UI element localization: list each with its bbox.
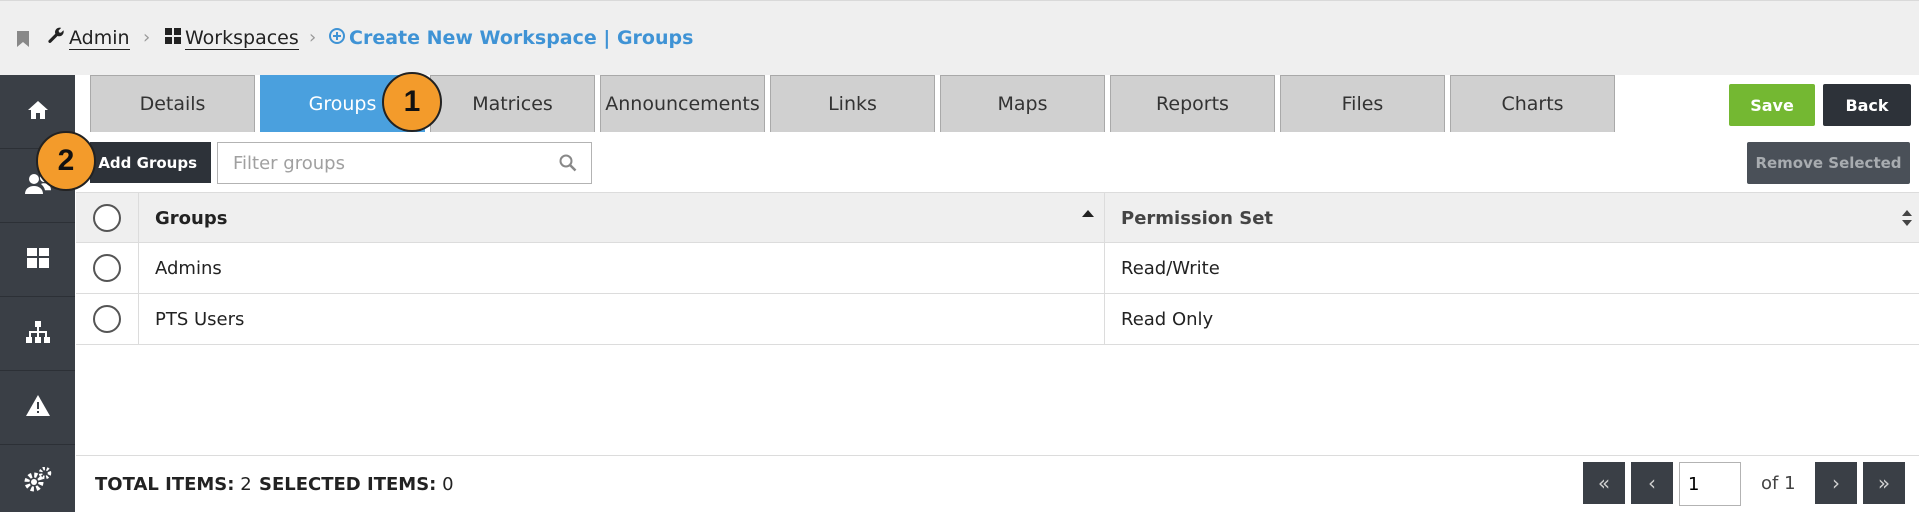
select-all-cell xyxy=(76,193,139,243)
warning-icon xyxy=(25,395,50,420)
filter-groups-field[interactable] xyxy=(217,142,592,184)
selected-items-label: SELECTED ITEMS: xyxy=(259,474,437,495)
double-chevron-left-icon: « xyxy=(1597,471,1611,495)
tab-label: Links xyxy=(828,93,877,115)
back-button[interactable]: Back xyxy=(1823,84,1911,126)
sidebar-item-settings[interactable] xyxy=(0,445,75,519)
selected-items-value: 0 xyxy=(442,474,454,495)
tab-reports[interactable]: Reports xyxy=(1110,75,1275,132)
breadcrumb-workspaces-label[interactable]: Workspaces xyxy=(185,27,299,50)
page-title: Create New Workspace | Groups xyxy=(349,27,694,49)
wrench-icon xyxy=(48,27,65,49)
page-count: of 1 xyxy=(1761,473,1796,494)
tab-links[interactable]: Links xyxy=(770,75,935,132)
dashboard-icon xyxy=(26,247,49,272)
row-select-radio[interactable] xyxy=(93,254,121,282)
save-button[interactable]: Save xyxy=(1729,84,1815,126)
tab-label: Charts xyxy=(1501,93,1564,115)
column-header-label: Permission Set xyxy=(1121,207,1274,229)
permission-set-cell[interactable]: Read Only xyxy=(1105,294,1919,344)
callout-badge-1: 1 xyxy=(382,72,442,132)
group-name-cell: PTS Users xyxy=(139,294,1105,344)
sort-ascending-icon xyxy=(1082,210,1094,217)
tab-charts[interactable]: Charts xyxy=(1450,75,1615,132)
bookmark-icon[interactable] xyxy=(17,31,29,51)
page-number-input[interactable] xyxy=(1679,462,1741,506)
breadcrumb-current: Create New Workspace | Groups xyxy=(329,25,693,51)
column-header-permission-set[interactable]: Permission Set xyxy=(1105,193,1919,243)
tab-label: Reports xyxy=(1156,93,1229,115)
chevron-left-icon: ‹ xyxy=(1648,471,1656,495)
row-select-cell xyxy=(76,294,139,344)
tab-label: Groups xyxy=(308,93,377,115)
plus-circle-icon xyxy=(329,27,345,49)
home-icon xyxy=(27,100,49,124)
breadcrumb-admin[interactable]: Admin xyxy=(48,25,130,51)
breadcrumb-admin-label[interactable]: Admin xyxy=(69,27,130,50)
table-row[interactable]: PTS Users Read Only xyxy=(76,294,1919,345)
sidebar-item-dashboard[interactable] xyxy=(0,223,75,297)
group-name-cell: Admins xyxy=(139,243,1105,293)
permission-set-cell[interactable]: Read/Write xyxy=(1105,243,1919,293)
tab-files[interactable]: Files xyxy=(1280,75,1445,132)
sidebar-item-alerts[interactable] xyxy=(0,371,75,445)
tab-label: Maps xyxy=(997,93,1048,115)
tab-label: Announcements xyxy=(605,93,760,115)
tab-details[interactable]: Details xyxy=(90,75,255,132)
breadcrumb-separator: › xyxy=(143,27,151,48)
table-header-row: Groups Permission Set xyxy=(76,192,1919,243)
total-items: TOTAL ITEMS: 2 xyxy=(95,474,252,495)
row-select-cell xyxy=(76,243,139,293)
settings-icon xyxy=(24,466,52,497)
chevron-right-icon: › xyxy=(1832,471,1840,495)
tab-label: Matrices xyxy=(472,93,553,115)
sidebar-item-hierarchy[interactable] xyxy=(0,297,75,371)
next-page-button[interactable]: › xyxy=(1815,462,1857,504)
previous-page-button[interactable]: ‹ xyxy=(1631,462,1673,504)
row-select-radio[interactable] xyxy=(93,305,121,333)
add-groups-button[interactable]: Add Groups xyxy=(90,142,211,183)
first-page-button[interactable]: « xyxy=(1583,462,1625,504)
groups-table: Groups Permission Set Admins Read/Write … xyxy=(76,192,1919,345)
tab-matrices[interactable]: Matrices xyxy=(430,75,595,132)
tab-maps[interactable]: Maps xyxy=(940,75,1105,132)
search-icon[interactable] xyxy=(559,154,577,176)
breadcrumb-separator: › xyxy=(309,27,317,48)
total-items-label: TOTAL ITEMS: xyxy=(95,474,235,495)
grid-icon xyxy=(165,27,181,49)
filter-groups-input[interactable] xyxy=(218,143,538,183)
hierarchy-icon xyxy=(25,320,50,347)
select-all-radio[interactable] xyxy=(93,204,121,232)
double-chevron-right-icon: » xyxy=(1877,471,1891,495)
breadcrumb-workspaces[interactable]: Workspaces xyxy=(165,25,299,51)
column-header-groups[interactable]: Groups xyxy=(139,193,1105,243)
last-page-button[interactable]: » xyxy=(1863,462,1905,504)
sort-icon xyxy=(1901,209,1913,232)
total-items-value: 2 xyxy=(240,474,252,495)
selected-items: SELECTED ITEMS: 0 xyxy=(259,474,454,495)
column-header-label: Groups xyxy=(155,207,228,229)
tab-label: Files xyxy=(1341,93,1384,115)
tab-announcements[interactable]: Announcements xyxy=(600,75,765,132)
top-bar: Admin › Workspaces › Create New Workspac… xyxy=(0,0,1919,75)
remove-selected-button[interactable]: Remove Selected xyxy=(1747,142,1910,184)
callout-badge-2: 2 xyxy=(36,131,96,191)
table-row[interactable]: Admins Read/Write xyxy=(76,243,1919,294)
tab-label: Details xyxy=(139,93,206,115)
